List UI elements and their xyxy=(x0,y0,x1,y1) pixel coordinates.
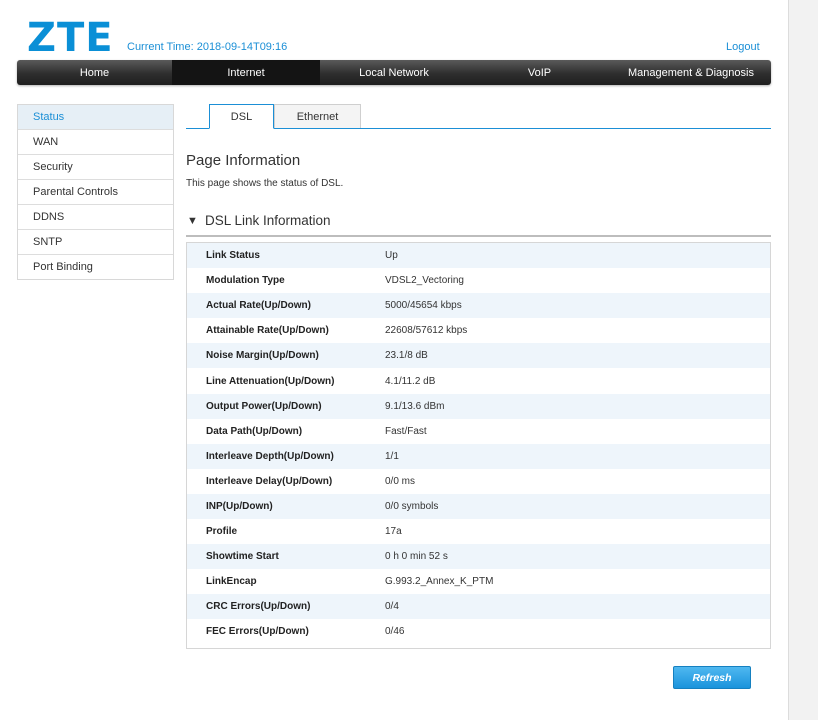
sidebar-item-security[interactable]: Security xyxy=(18,155,173,180)
row-key: CRC Errors(Up/Down) xyxy=(206,601,311,613)
row-value: 9.1/13.6 dBm xyxy=(385,400,445,412)
row-key: Noise Margin(Up/Down) xyxy=(206,350,319,362)
table-row: Showtime Start 0 h 0 min 52 s xyxy=(187,544,770,570)
table-row: Noise Margin(Up/Down) 23.1/8 dB xyxy=(187,343,770,369)
tab-ethernet[interactable]: Ethernet xyxy=(274,104,361,128)
row-key: Interleave Delay(Up/Down) xyxy=(206,475,333,487)
right-gutter xyxy=(788,0,818,720)
current-time-value: 2018-09-14T09:16 xyxy=(196,41,288,53)
nav-management-diagnosis[interactable]: Management & Diagnosis xyxy=(611,60,771,85)
row-value: VDSL2_Vectoring xyxy=(385,275,464,287)
row-value: 4.1/11.2 dB xyxy=(385,375,436,387)
main-nav: Home Internet Local Network VoIP Managem… xyxy=(17,60,771,85)
row-key: Actual Rate(Up/Down) xyxy=(206,300,311,312)
row-key: Data Path(Up/Down) xyxy=(206,425,303,437)
row-value: G.993.2_Annex_K_PTM xyxy=(385,576,494,588)
section-header[interactable]: ▼ DSL Link Information xyxy=(186,211,771,237)
row-key: Line Attenuation(Up/Down) xyxy=(206,375,335,387)
sidebar-item-parental-controls[interactable]: Parental Controls xyxy=(18,180,173,205)
row-value: 0 h 0 min 52 s xyxy=(385,551,448,563)
page-description: This page shows the status of DSL. xyxy=(186,178,344,189)
row-value: 0/4 xyxy=(385,601,399,613)
table-row: CRC Errors(Up/Down) 0/4 xyxy=(187,594,770,620)
row-key: Modulation Type xyxy=(206,275,285,287)
tab-dsl[interactable]: DSL xyxy=(209,104,274,129)
row-value: 0/0 ms xyxy=(385,475,416,487)
nav-home[interactable]: Home xyxy=(17,60,172,85)
row-value: 5000/45654 kbps xyxy=(385,300,462,312)
table-row: FEC Errors(Up/Down) 0/46 xyxy=(187,619,770,645)
refresh-button[interactable]: Refresh xyxy=(673,666,751,689)
sidebar-item-port-binding[interactable]: Port Binding xyxy=(18,255,173,279)
row-value: 17a xyxy=(385,526,402,538)
row-key: Output Power(Up/Down) xyxy=(206,400,322,412)
page-title: Page Information xyxy=(186,152,301,169)
row-value: 22608/57612 kbps xyxy=(385,325,468,337)
row-value: 23.1/8 dB xyxy=(385,350,428,362)
table-row: Interleave Depth(Up/Down) 1/1 xyxy=(187,443,770,469)
table-row: Line Attenuation(Up/Down) 4.1/11.2 dB xyxy=(187,368,770,394)
nav-internet[interactable]: Internet xyxy=(172,60,320,85)
table-row: Link Status Up xyxy=(187,243,770,269)
row-key: LinkEncap xyxy=(206,576,257,588)
row-value: 0/46 xyxy=(385,626,405,638)
sidebar-item-sntp[interactable]: SNTP xyxy=(18,230,173,255)
sidebar: Status WAN Security Parental Controls DD… xyxy=(17,104,174,280)
table-row: Profile 17a xyxy=(187,519,770,545)
logout-link[interactable]: Logout xyxy=(726,41,760,53)
section-title: DSL Link Information xyxy=(205,213,331,228)
sidebar-item-status[interactable]: Status xyxy=(18,105,173,130)
row-key: INP(Up/Down) xyxy=(206,500,273,512)
row-key: Link Status xyxy=(206,250,260,262)
row-value: Up xyxy=(385,250,398,262)
row-key: Showtime Start xyxy=(206,551,279,563)
sidebar-item-wan[interactable]: WAN xyxy=(18,130,173,155)
row-value: 0/0 symbols xyxy=(385,500,439,512)
row-key: Attainable Rate(Up/Down) xyxy=(206,325,329,337)
table-row: Interleave Delay(Up/Down) 0/0 ms xyxy=(187,468,770,494)
collapse-triangle-icon[interactable]: ▼ xyxy=(187,215,198,227)
current-time-label: Current Time: xyxy=(127,41,194,53)
current-time: Current Time: 2018-09-14T09:16 xyxy=(127,41,287,53)
row-value: Fast/Fast xyxy=(385,425,427,437)
row-value: 1/1 xyxy=(385,450,399,462)
row-key: Profile xyxy=(206,526,238,538)
sidebar-item-ddns[interactable]: DDNS xyxy=(18,205,173,230)
table-row: INP(Up/Down) 0/0 symbols xyxy=(187,493,770,520)
table-row: Output Power(Up/Down) 9.1/13.6 dBm xyxy=(187,393,770,419)
dsl-link-table: Link Status Up Modulation Type VDSL2_Vecto… xyxy=(186,242,771,649)
nav-voip[interactable]: VoIP xyxy=(468,60,611,85)
table-row: Attainable Rate(Up/Down) 22608/57612 kbps xyxy=(187,318,770,344)
table-row: Modulation Type VDSL2_Vectoring xyxy=(187,268,770,294)
table-row: Data Path(Up/Down) Fast/Fast xyxy=(187,418,770,444)
table-row: LinkEncap G.993.2_Annex_K_PTM xyxy=(187,569,770,595)
tab-bar: DSL Ethernet xyxy=(186,104,771,129)
nav-local-network[interactable]: Local Network xyxy=(320,60,468,85)
row-key: FEC Errors(Up/Down) xyxy=(206,626,309,638)
table-row: Actual Rate(Up/Down) 5000/45654 kbps xyxy=(187,293,770,319)
zte-logo: ZTE xyxy=(27,15,114,61)
row-key: Interleave Depth(Up/Down) xyxy=(206,450,334,462)
